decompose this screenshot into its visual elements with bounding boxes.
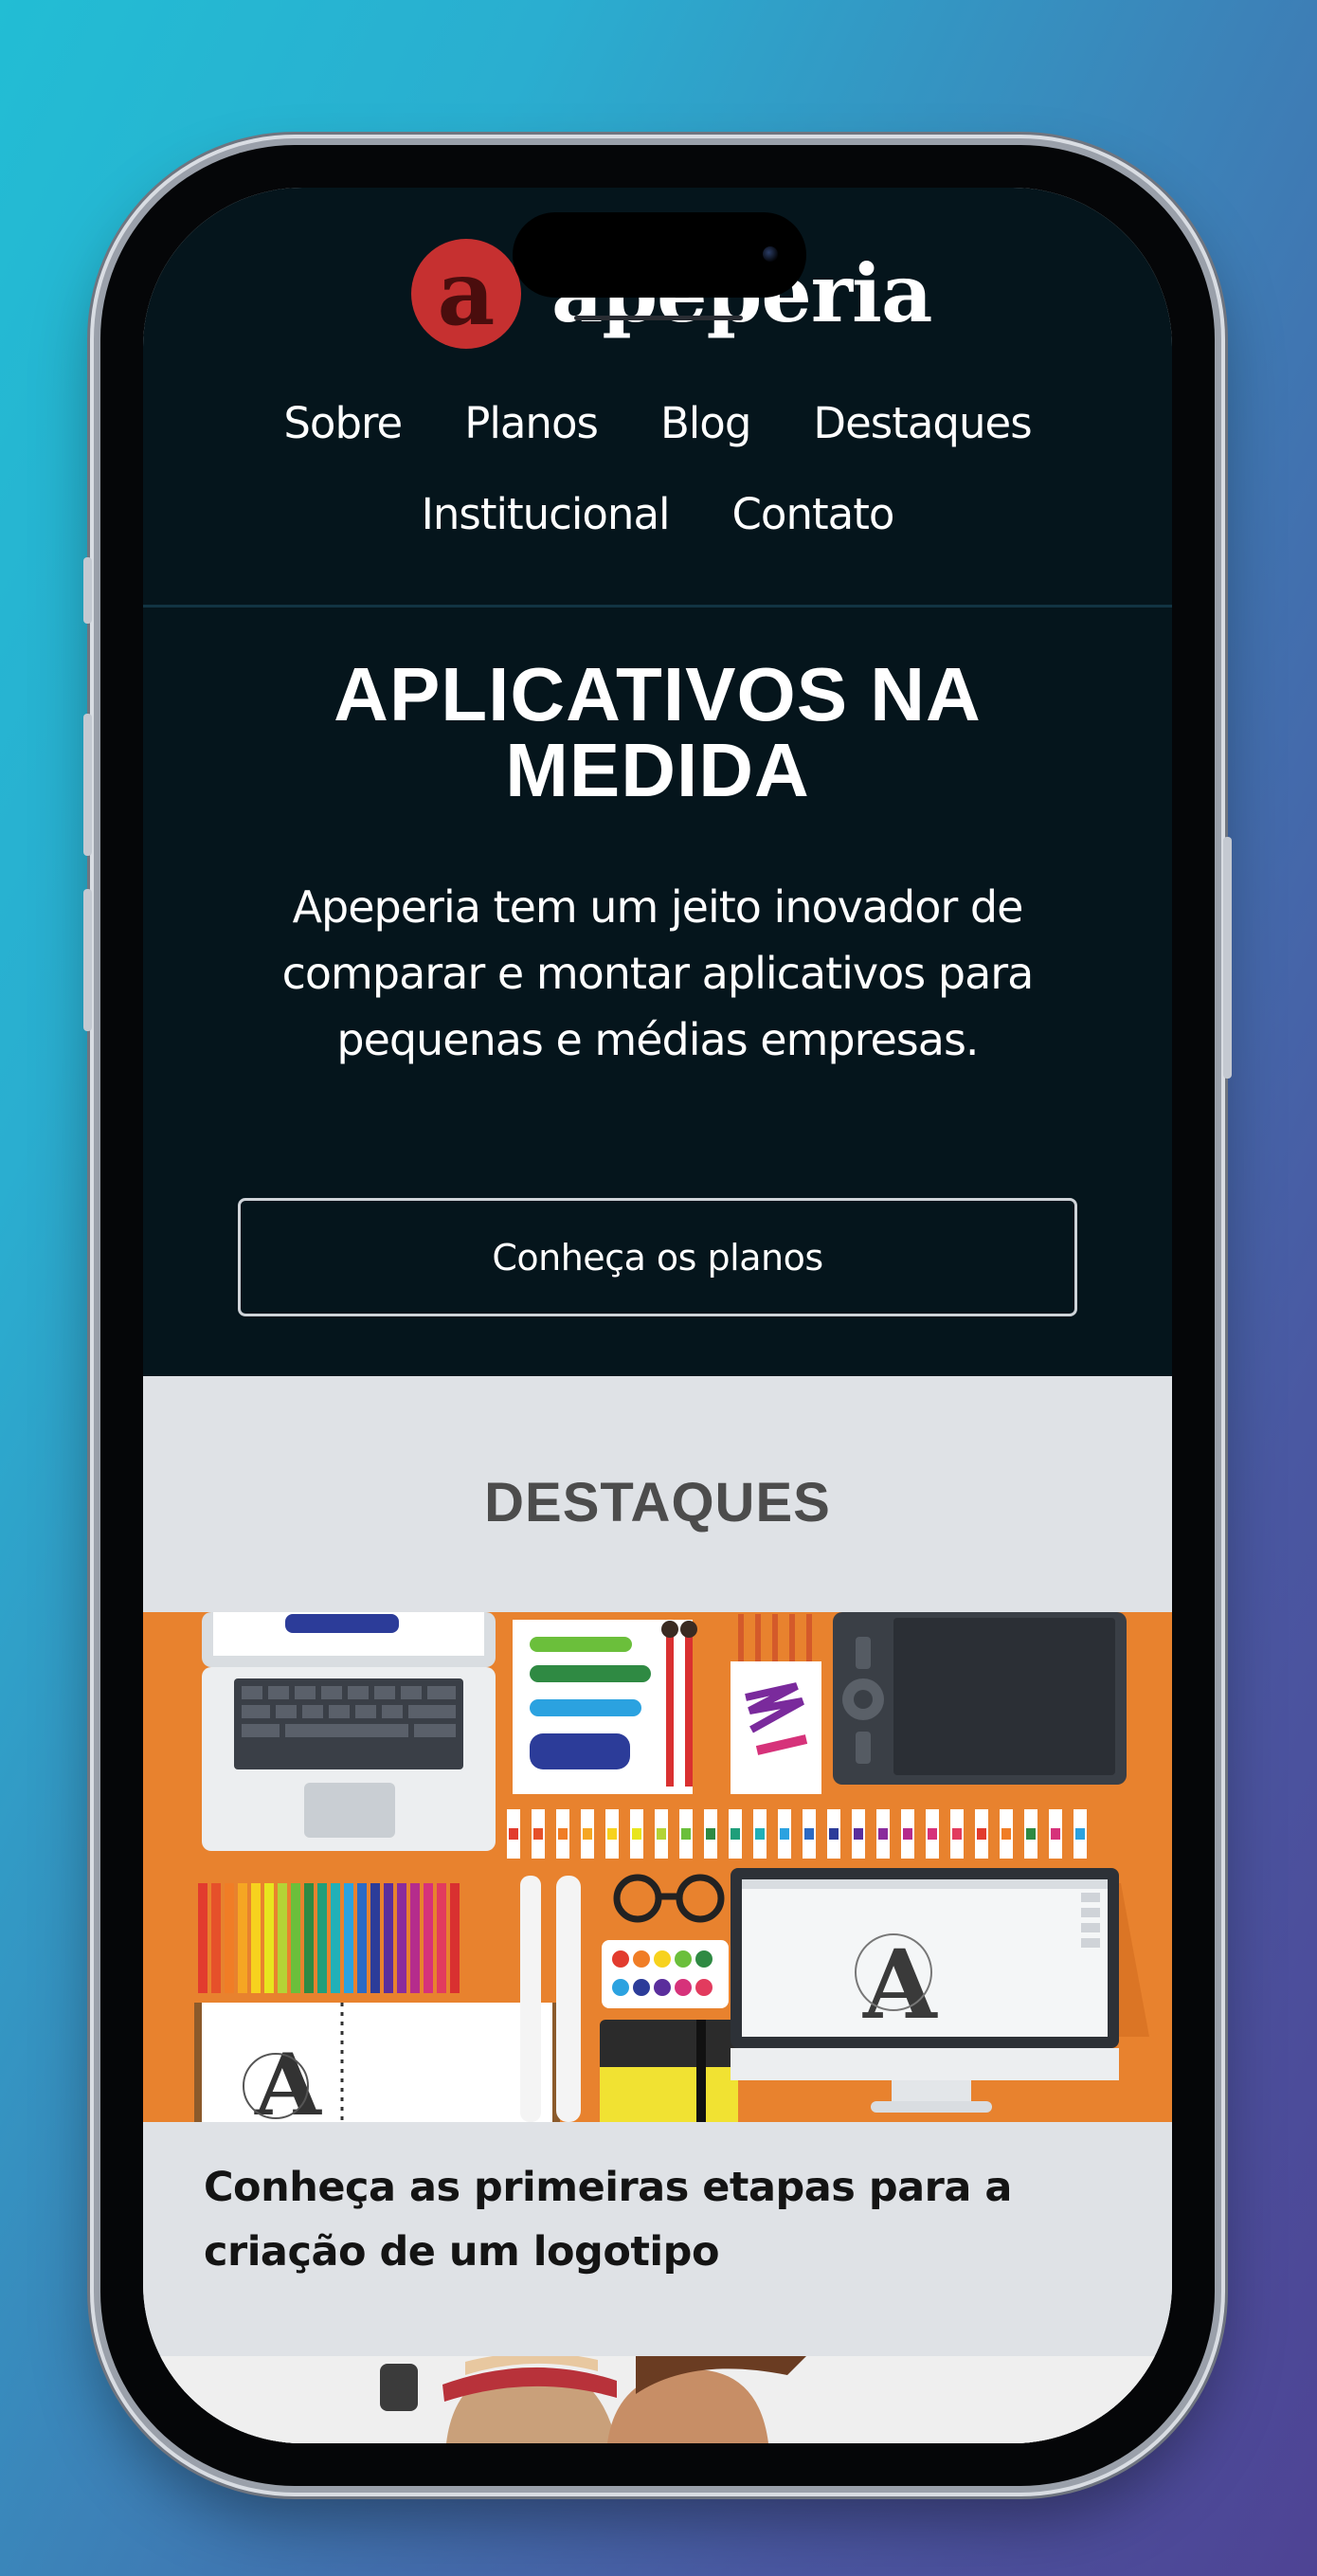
second-card-image[interactable] <box>143 2356 1172 2443</box>
phone-screen: a apeperia Sobre Planos Blog Destaques I… <box>143 188 1172 2443</box>
nav-item-blog[interactable]: Blog <box>660 398 751 448</box>
nav-row-1: Sobre Planos Blog Destaques <box>143 377 1172 468</box>
drawing-tablet-illustration <box>833 1612 1127 1785</box>
featured-card-title-line-1: Conheça as primeiras etapas para a <box>204 2164 1012 2211</box>
nav-item-contato[interactable]: Contato <box>732 489 895 539</box>
nav-item-sobre[interactable]: Sobre <box>283 398 403 448</box>
hero-subtitle-line-2: comparar e montar aplicativos para <box>281 948 1035 999</box>
see-plans-button[interactable]: Conheça os planos <box>238 1198 1077 1316</box>
nav-item-planos[interactable]: Planos <box>464 398 599 448</box>
svg-text:A: A <box>862 1929 938 2041</box>
svg-text:A: A <box>254 2035 322 2122</box>
hero-subtitle: Apeperia tem um jeito inovador de compar… <box>228 874 1087 1073</box>
featured-card-title[interactable]: Conheça as primeiras etapas para a criaç… <box>204 2155 1113 2284</box>
hero-title-line-1: APLICATIVOS NA <box>334 652 982 736</box>
laptop-illustration <box>202 1612 496 1851</box>
logo-mark-icon: a <box>411 239 521 349</box>
ruler-2-illustration <box>556 1876 581 2122</box>
hero-title-line-2: MEDIDA <box>505 728 810 812</box>
nav-item-destaques[interactable]: Destaques <box>813 398 1032 448</box>
nav-row-2: Institucional Contato <box>143 468 1172 559</box>
phone-frame: a apeperia Sobre Planos Blog Destaques I… <box>83 145 1232 2486</box>
yellow-notebook-illustration <box>600 2020 738 2122</box>
paint-strokes-card <box>513 1620 697 1794</box>
watercolor-palette-illustration <box>602 1940 729 2008</box>
highlights-section: DESTAQUES A A Conheça as primeiras etapa… <box>143 1376 1172 2443</box>
phone-volume-up-button <box>83 714 92 856</box>
hero-subtitle-line-1: Apeperia tem um jeito inovador de <box>292 881 1024 933</box>
phone-power-button <box>1223 837 1232 1079</box>
sketchbook-illustration: A <box>194 2003 560 2122</box>
dynamic-island <box>513 212 806 298</box>
featured-card-image[interactable]: A A <box>143 1612 1172 2122</box>
main-nav: Sobre Planos Blog Destaques Instituciona… <box>143 377 1172 559</box>
hero-subtitle-line-3: pequenas e médias empresas. <box>336 1014 979 1065</box>
featured-card-title-line-2: criação de um logotipo <box>204 2228 720 2276</box>
phone-action-button <box>83 557 92 624</box>
camera-lens <box>763 246 778 262</box>
section-title: DESTAQUES <box>484 1472 831 1533</box>
phone-volume-down-button <box>83 889 92 1031</box>
ruler-1-illustration <box>520 1876 541 2122</box>
monitor-illustration: A <box>731 1868 1149 2113</box>
hero-title: APLICATIVOS NA MEDIDA <box>143 657 1172 808</box>
nav-item-institucional[interactable]: Institucional <box>422 489 671 539</box>
speaker-grille <box>574 316 743 320</box>
